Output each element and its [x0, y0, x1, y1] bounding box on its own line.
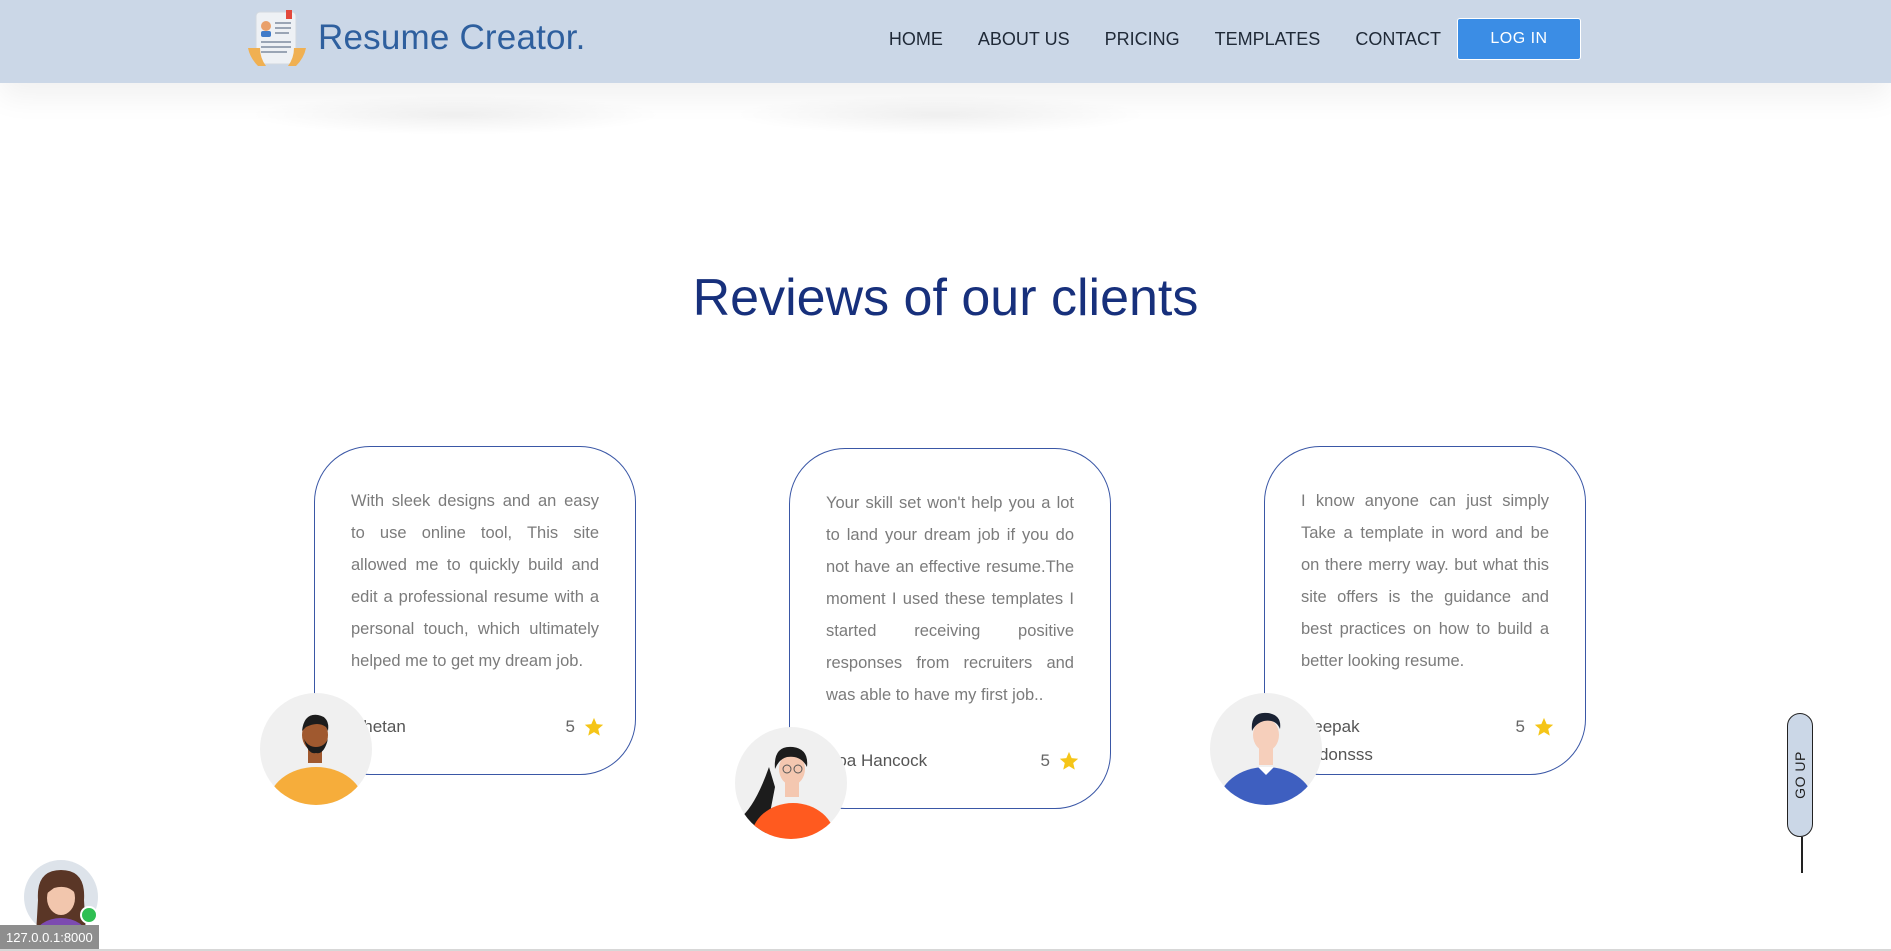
brand-name: Resume Creator. — [318, 18, 586, 57]
star-icon — [1534, 717, 1554, 736]
go-up-label: GO UP — [1792, 751, 1808, 799]
review-text: With sleek designs and an easy to use on… — [351, 492, 599, 670]
review-text: Your skill set won't help you a lot to l… — [826, 494, 1074, 704]
review-rating: 5 — [566, 713, 605, 741]
nav-templates[interactable]: TEMPLATES — [1215, 19, 1321, 59]
rating-value: 5 — [1515, 717, 1525, 736]
star-icon — [1059, 751, 1079, 770]
nav-contact[interactable]: CONTACT — [1355, 19, 1441, 59]
decorative-shadow — [730, 95, 1150, 135]
review-footer: Boa Hancock 5 — [826, 747, 1080, 775]
go-up-button[interactable]: GO UP — [1787, 713, 1813, 837]
go-up-line — [1801, 837, 1803, 873]
review-text: I know anyone can just simply Take a tem… — [1301, 492, 1549, 670]
review-footer: Deepak Jadonsss 5 — [1301, 713, 1555, 769]
nav-home[interactable]: HOME — [889, 19, 943, 59]
rating-value: 5 — [1040, 751, 1050, 770]
review-footer: Chetan 5 — [351, 713, 605, 741]
reviewer-avatar — [1210, 693, 1322, 805]
login-button[interactable]: LOG IN — [1457, 18, 1581, 60]
main-nav: HOME ABOUT US PRICING TEMPLATES CONTACT … — [854, 18, 1581, 60]
star-icon — [584, 717, 604, 736]
reviewer-avatar — [260, 693, 372, 805]
rating-value: 5 — [565, 717, 575, 736]
review-rating: 5 — [1516, 713, 1555, 741]
review-rating: 5 — [1041, 747, 1080, 775]
reviewer-avatar — [735, 727, 847, 839]
reviews-title: Reviews of our clients — [692, 269, 1199, 327]
site-header: Resume Creator. HOME ABOUT US PRICING TE… — [0, 0, 1891, 83]
nav-pricing[interactable]: PRICING — [1105, 19, 1180, 59]
brand-logo-link[interactable]: Resume Creator. — [248, 8, 586, 68]
nav-about-us[interactable]: ABOUT US — [978, 19, 1070, 59]
online-status-dot — [80, 906, 98, 924]
resume-logo-icon — [248, 8, 306, 68]
status-bar-url: 127.0.0.1:8000 — [0, 925, 99, 950]
decorative-shadow — [245, 95, 665, 135]
